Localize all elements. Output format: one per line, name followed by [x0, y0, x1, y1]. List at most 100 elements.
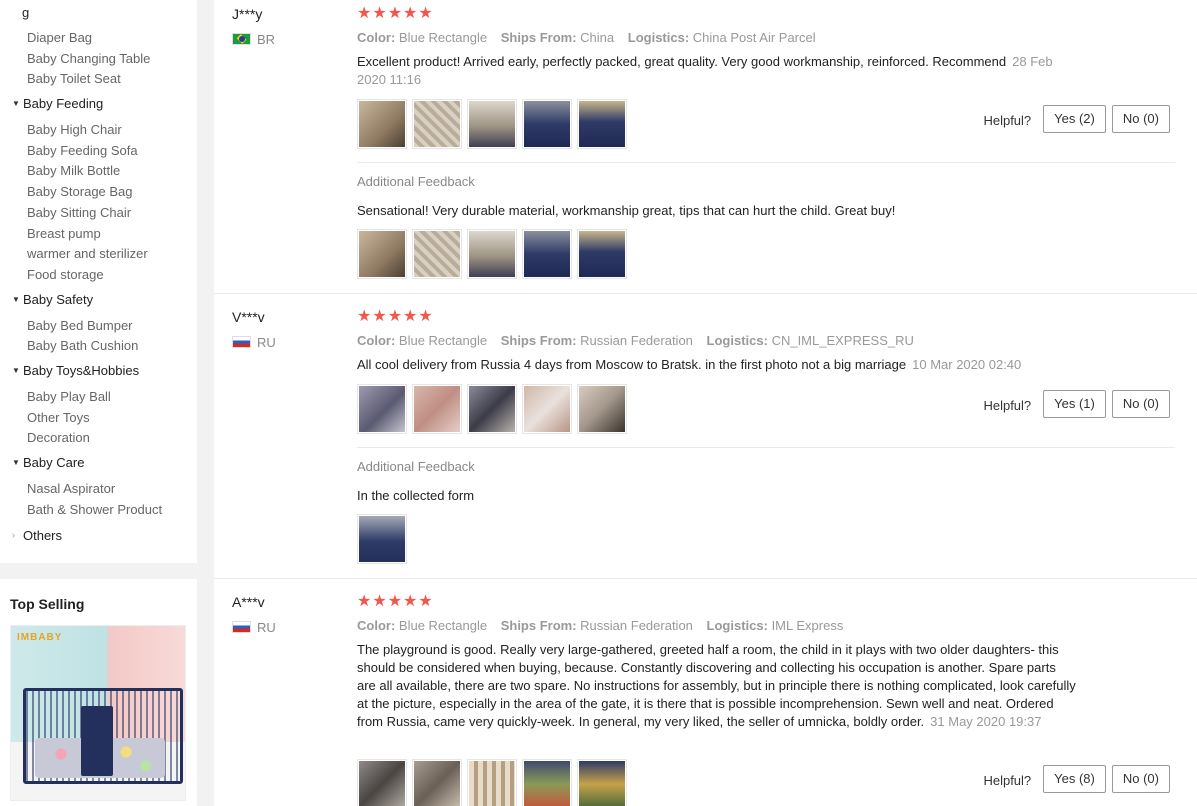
review-photo[interactable]: [522, 759, 572, 806]
category-item-nasal-aspirator[interactable]: Nasal Aspirator: [27, 481, 115, 497]
helpful-vote: Helpful? Yes (8) No (0): [983, 765, 1170, 793]
product-image-gate: [81, 706, 113, 776]
helpful-yes-button[interactable]: Yes (1): [1043, 390, 1106, 418]
star-rating: ★★★★★: [357, 593, 434, 610]
review-photo[interactable]: [577, 229, 627, 279]
caret-right-icon: ›: [12, 530, 15, 540]
ships-from-value: Russian Federation: [580, 618, 693, 633]
russia-flag-icon: [232, 621, 251, 633]
category-heading-baby-toys-hobbies[interactable]: ▼ Baby Toys&Hobbies: [12, 363, 139, 379]
helpful-vote: Helpful? Yes (1) No (0): [983, 390, 1170, 418]
review-text: All cool delivery from Russia 4 days fro…: [357, 356, 1077, 374]
review-photo[interactable]: [522, 384, 572, 434]
category-item-baby-play-ball[interactable]: Baby Play Ball: [27, 389, 111, 405]
category-item-diaper-bag[interactable]: Diaper Bag: [27, 30, 92, 46]
country-code: RU: [257, 620, 276, 635]
review-photo[interactable]: [577, 384, 627, 434]
review-divider: [214, 293, 1197, 294]
review-photo[interactable]: [357, 759, 407, 806]
review-photo[interactable]: [522, 229, 572, 279]
category-heading-baby-feeding[interactable]: ▼ Baby Feeding: [12, 96, 103, 112]
reviewer-country: RU: [232, 620, 276, 635]
additional-feedback-label: Additional Feedback: [357, 459, 475, 474]
category-item-baby-bed-bumper[interactable]: Baby Bed Bumper: [27, 318, 133, 334]
helpful-yes-button[interactable]: Yes (8): [1043, 765, 1106, 793]
country-code: BR: [257, 32, 276, 47]
review-photo[interactable]: [577, 99, 627, 149]
category-item-baby-bath-cushion[interactable]: Baby Bath Cushion: [27, 338, 138, 354]
category-heading-others[interactable]: › Others: [12, 527, 62, 544]
category-item-decoration[interactable]: Decoration: [27, 430, 90, 446]
category-item-baby-feeding-sofa[interactable]: Baby Feeding Sofa: [27, 143, 138, 159]
review-photo[interactable]: [412, 99, 462, 149]
top-selling-product-image[interactable]: IMBABY: [10, 625, 186, 801]
feedback-divider: [357, 162, 1175, 163]
ships-from-label: Ships From:: [500, 618, 577, 633]
category-item-baby-changing-table[interactable]: Baby Changing Table: [27, 51, 150, 67]
ships-from-value: China: [580, 30, 615, 45]
category-item-other-toys[interactable]: Other Toys: [27, 410, 90, 426]
category-item-baby-milk-bottle[interactable]: Baby Milk Bottle: [27, 163, 120, 179]
category-item-bath-shower-product[interactable]: Bath & Shower Product: [27, 502, 162, 518]
color-label: Color:: [357, 30, 396, 45]
category-heading-baby-safety[interactable]: ▼ Baby Safety: [12, 292, 93, 308]
category-item-food-storage[interactable]: Food storage: [27, 267, 104, 283]
review-date: 10 Mar 2020 02:40: [912, 357, 1022, 372]
review-photo[interactable]: [522, 99, 572, 149]
helpful-label: Helpful?: [983, 113, 1032, 128]
review-photo[interactable]: [357, 384, 407, 434]
brand-logo: IMBABY: [17, 632, 63, 643]
review-photo[interactable]: [412, 384, 462, 434]
review-photo[interactable]: [467, 759, 517, 806]
review-photo[interactable]: [467, 229, 517, 279]
caret-down-icon: ▼: [12, 458, 20, 467]
category-heading-label: Baby Toys&Hobbies: [23, 363, 140, 378]
category-item-warmer-and-sterilizer[interactable]: warmer and sterilizer: [27, 246, 148, 262]
review-meta: Color: Blue Rectangle Ships From: Russia…: [357, 618, 843, 633]
top-selling-panel: Top Selling IMBABY: [0, 579, 197, 806]
review-photo[interactable]: [357, 229, 407, 279]
review-divider: [214, 578, 1197, 579]
additional-feedback-text: In the collected form: [357, 488, 475, 503]
review-body: Excellent product! Arrived early, perfec…: [357, 54, 1007, 69]
review-photo[interactable]: [467, 99, 517, 149]
review-photo[interactable]: [357, 514, 407, 564]
helpful-no-button[interactable]: No (0): [1111, 390, 1170, 418]
review-photo[interactable]: [412, 229, 462, 279]
logistics-label: Logistics:: [706, 333, 768, 348]
category-heading-label: Baby Feeding: [23, 96, 104, 111]
category-item-baby-sitting-chair[interactable]: Baby Sitting Chair: [27, 205, 131, 221]
helpful-no-button[interactable]: No (0): [1111, 765, 1170, 793]
reviewer-name: V***v: [232, 309, 265, 325]
country-code: RU: [257, 335, 276, 350]
review-body: All cool delivery from Russia 4 days fro…: [357, 357, 907, 372]
review-photos: [357, 759, 632, 806]
category-item-cut[interactable]: g: [22, 5, 29, 21]
review-photo[interactable]: [412, 759, 462, 806]
color-value: Blue Rectangle: [398, 30, 488, 45]
color-label: Color:: [357, 618, 396, 633]
review-photo[interactable]: [467, 384, 517, 434]
category-item-baby-toilet-seat[interactable]: Baby Toilet Seat: [27, 71, 121, 87]
ships-from-label: Ships From:: [500, 333, 577, 348]
reviews-list: J***y BR ★★★★★ Color: Blue Rectangle Shi…: [214, 0, 1197, 806]
reviewer-name: J***y: [232, 6, 263, 22]
category-item-baby-storage-bag[interactable]: Baby Storage Bag: [27, 184, 133, 200]
review-photos: [357, 384, 632, 434]
ships-from-value: Russian Federation: [580, 333, 693, 348]
additional-feedback-photos: [357, 229, 632, 279]
category-heading-label: Others: [23, 528, 63, 543]
category-heading-baby-care[interactable]: ▼ Baby Care: [12, 455, 84, 471]
logistics-label: Logistics:: [627, 30, 690, 45]
category-item-baby-high-chair[interactable]: Baby High Chair: [27, 122, 122, 138]
helpful-yes-button[interactable]: Yes (2): [1043, 105, 1106, 133]
review-photo[interactable]: [357, 99, 407, 149]
ships-from-label: Ships From:: [500, 30, 577, 45]
helpful-label: Helpful?: [983, 773, 1032, 788]
caret-down-icon: ▼: [12, 366, 20, 375]
helpful-no-button[interactable]: No (0): [1111, 105, 1170, 133]
top-selling-title: Top Selling: [10, 596, 85, 612]
category-item-breast-pump[interactable]: Breast pump: [27, 226, 101, 242]
review-photo[interactable]: [577, 759, 627, 806]
star-rating: ★★★★★: [357, 5, 434, 22]
